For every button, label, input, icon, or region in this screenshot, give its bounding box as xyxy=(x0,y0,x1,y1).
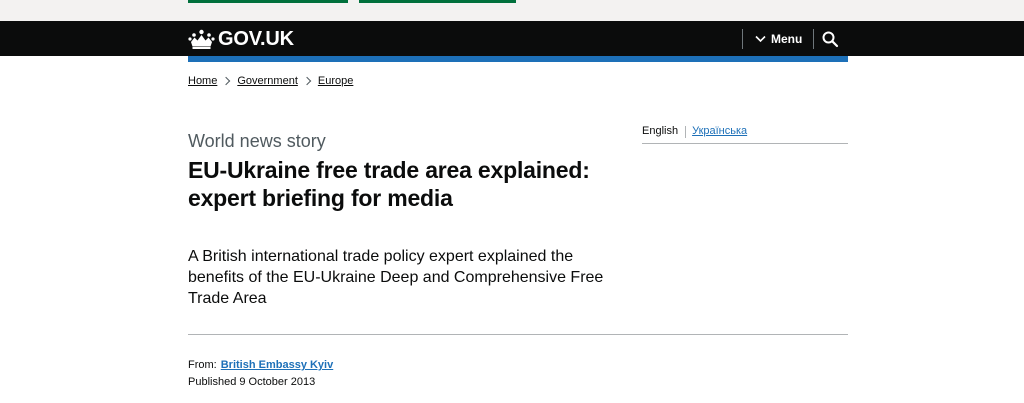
breadcrumb-europe[interactable]: Europe xyxy=(318,75,353,87)
crown-icon xyxy=(188,29,215,49)
breadcrumb: Home Government Europe xyxy=(188,74,353,88)
menu-label: Menu xyxy=(771,32,803,46)
breadcrumb-government[interactable]: Government xyxy=(237,75,298,87)
language-divider xyxy=(685,126,687,138)
header-divider xyxy=(742,29,743,49)
chevron-down-icon xyxy=(755,35,766,43)
breadcrumb-home[interactable]: Home xyxy=(188,75,217,87)
logo-text: GOV.UK xyxy=(218,27,294,50)
published-date: Published 9 October 2013 xyxy=(188,376,316,388)
reject-cookies-button[interactable] xyxy=(359,0,516,3)
menu-button[interactable]: Menu xyxy=(755,30,802,48)
chevron-right-icon xyxy=(222,76,231,86)
language-link-ukrainian[interactable]: Українська xyxy=(692,125,747,137)
lead-paragraph: A British international trade policy exp… xyxy=(188,248,604,307)
cookie-banner-strip xyxy=(0,0,1024,21)
chevron-right-icon xyxy=(302,76,312,86)
organisation-link[interactable]: British Embassy Kyiv xyxy=(221,359,334,371)
header-accent-bar xyxy=(188,56,848,62)
govuk-logo-link[interactable]: GOV.UK xyxy=(188,28,294,50)
current-language: English xyxy=(642,125,679,137)
from-label: From: xyxy=(188,359,217,371)
search-icon xyxy=(822,31,839,48)
accept-cookies-button[interactable] xyxy=(188,0,348,3)
section-divider xyxy=(188,334,848,335)
language-switcher: English Українська xyxy=(642,125,848,144)
content-type-caption: World news story xyxy=(188,131,326,151)
from-metadata: From: British Embassy Kyiv xyxy=(188,359,333,371)
page-title: EU-Ukraine free trade area explained: ex… xyxy=(188,157,590,211)
site-header: GOV.UK Menu xyxy=(0,21,1024,56)
search-button[interactable] xyxy=(821,30,839,48)
header-divider xyxy=(813,29,814,49)
